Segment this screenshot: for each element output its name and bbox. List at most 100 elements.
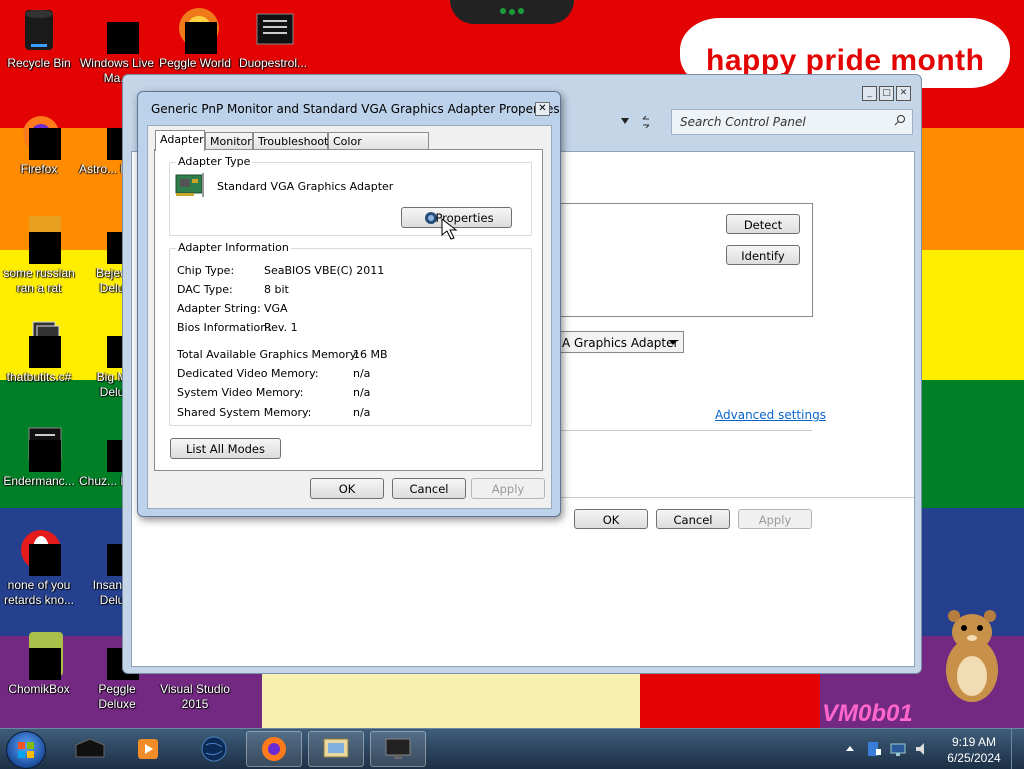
search-icon xyxy=(894,115,905,126)
file-icon xyxy=(15,320,63,368)
desktop-icon-label: Peggle Deluxe xyxy=(98,682,136,711)
windows-logo-icon xyxy=(18,742,34,758)
peggle-icon xyxy=(171,6,219,54)
dac-type-value: 8 bit xyxy=(264,283,289,296)
desktop-icon-label: some russian ran a rat xyxy=(3,266,75,295)
clock[interactable]: 9:19 AM 6/25/2024 xyxy=(934,734,1014,766)
desktop-icon-recycle-bin[interactable]: Recycle Bin xyxy=(0,6,78,71)
bios-info-label: Bios Information: xyxy=(177,321,271,334)
total-memory-value: 16 MB xyxy=(353,348,388,361)
start-button[interactable] xyxy=(6,731,46,769)
list-all-modes-button[interactable]: List All Modes xyxy=(170,438,281,459)
desktop-icon-label: Duopestrol... xyxy=(238,56,308,70)
desktop-icon-some-russian[interactable]: some russian ran a rat xyxy=(0,216,78,296)
dialog-title: Generic PnP Monitor and Standard VGA Gra… xyxy=(151,102,560,116)
tab-troubleshoot[interactable]: Troubleshoot xyxy=(253,132,328,149)
desktop-icon-thatbutits[interactable]: thatbutits.c# xyxy=(0,320,78,385)
total-memory-label: Total Available Graphics Memory: xyxy=(177,348,360,361)
display-select-value: A Graphics Adapter xyxy=(562,336,679,350)
clock-date: 6/25/2024 xyxy=(947,751,1001,765)
adapter-properties-dialog: Generic PnP Monitor and Standard VGA Gra… xyxy=(137,91,561,517)
minimize-button[interactable]: _ xyxy=(862,86,877,101)
archive-icon xyxy=(15,216,63,264)
divider xyxy=(560,430,812,431)
cancel-button[interactable]: Cancel xyxy=(656,509,730,529)
group-legend: Adapter Type xyxy=(176,155,253,168)
dedicated-memory-value: n/a xyxy=(353,367,371,380)
display-select[interactable]: A Graphics Adapter xyxy=(560,331,684,353)
desktop-icon-duopestrol[interactable]: Duopestrol... xyxy=(234,6,312,71)
search-input[interactable]: Search Control Panel xyxy=(671,109,913,135)
chip-type-label: Chip Type: xyxy=(177,264,235,277)
document-icon xyxy=(15,424,63,472)
nav-arrows-icon[interactable] xyxy=(621,115,661,129)
taskbar-media-center[interactable] xyxy=(62,731,118,767)
chevron-up-icon[interactable] xyxy=(846,745,854,753)
adapter-name: Standard VGA Graphics Adapter xyxy=(217,180,394,193)
control-panel-icon xyxy=(323,738,349,758)
dedicated-memory-label: Dedicated Video Memory: xyxy=(177,367,319,380)
wallpaper-figure-2 xyxy=(640,670,820,728)
network-icon[interactable] xyxy=(890,741,906,757)
media-center-icon xyxy=(75,738,105,758)
wallpaper-dots xyxy=(500,8,524,15)
cursor-icon xyxy=(441,217,458,240)
ok-button[interactable]: OK xyxy=(574,509,648,529)
desktop-icon-label: Visual Studio 2015 xyxy=(160,682,230,711)
volume-icon[interactable] xyxy=(914,741,930,757)
desktop-icon-none-of-you[interactable]: none of you retards kno... xyxy=(0,528,78,608)
taskbar-firefox[interactable] xyxy=(246,731,302,767)
hamster-icon xyxy=(946,610,998,702)
action-center-icon[interactable] xyxy=(866,741,882,757)
tab-monitor[interactable]: Monitor xyxy=(205,132,253,149)
taskbar-control-panel[interactable] xyxy=(308,731,364,767)
group-legend: Adapter Information xyxy=(176,241,291,254)
desktop-icon-label: Recycle Bin xyxy=(7,56,71,70)
desktop-icon-chomikbox[interactable]: ChomikBox xyxy=(0,632,78,697)
document-icon xyxy=(249,6,297,54)
desktop-icon-label: Endermanc... xyxy=(3,474,75,488)
recycle-bin-icon xyxy=(15,6,63,54)
banner-text: happy pride month xyxy=(706,44,985,77)
desktop-icon-label: thatbutits.c# xyxy=(6,370,72,384)
taskbar: 9:19 AM 6/25/2024 xyxy=(0,728,1024,769)
show-desktop-button[interactable] xyxy=(1011,729,1024,769)
identify-button[interactable]: Identify xyxy=(726,245,800,265)
desktop-icon-endermanc[interactable]: Endermanc... xyxy=(0,424,78,489)
clock-time: 9:19 AM xyxy=(951,735,997,749)
detect-button[interactable]: Detect xyxy=(726,214,800,234)
close-button[interactable]: ✕ xyxy=(896,86,911,101)
desktop-icon-label: none of you retards kno... xyxy=(3,578,75,607)
globe-icon xyxy=(201,736,227,762)
chevron-down-icon xyxy=(669,340,677,345)
advanced-settings-link[interactable]: Advanced settings xyxy=(715,408,826,422)
desktop-icon-peggle-world[interactable]: Peggle World xyxy=(156,6,234,71)
wallpaper-watermark: VM0b01 xyxy=(822,700,913,727)
taskbar-globe[interactable] xyxy=(186,731,242,767)
tab-color-management[interactable]: Color Management xyxy=(328,132,429,165)
desktop-icon-firefox[interactable]: Firefox xyxy=(0,112,78,177)
tab-adapter[interactable]: Adapter xyxy=(155,130,205,151)
taskbar-display-properties[interactable] xyxy=(370,731,426,767)
dialog-body: Adapter Monitor Troubleshoot Color Manag… xyxy=(147,125,552,509)
graphics-card-icon xyxy=(175,173,204,197)
adapter-info-group: Adapter Information Chip Type: SeaBIOS V… xyxy=(169,241,532,426)
adapter-string-value: VGA xyxy=(264,302,288,315)
adapter-tab-panel: Adapter Type Standard VGA Graphics Adapt… xyxy=(154,149,543,471)
search-placeholder: Search Control Panel xyxy=(680,115,806,129)
maximize-button[interactable]: □ xyxy=(879,86,894,101)
dialog-apply-button[interactable]: Apply xyxy=(471,478,545,499)
dialog-cancel-button[interactable]: Cancel xyxy=(392,478,466,499)
apply-button[interactable]: Apply xyxy=(738,509,812,529)
desktop-icon-label: ChomikBox xyxy=(8,682,70,696)
firefox-icon xyxy=(15,112,63,160)
close-button[interactable]: ✕ xyxy=(535,102,550,116)
system-memory-label: System Video Memory: xyxy=(177,386,304,399)
window-caption-buttons: _ □ ✕ xyxy=(860,85,911,101)
system-tray xyxy=(840,731,940,767)
dialog-ok-button[interactable]: OK xyxy=(310,478,384,499)
taskbar-media-player[interactable] xyxy=(120,731,176,767)
shared-memory-value: n/a xyxy=(353,406,371,419)
desktop-icon-label: Peggle World xyxy=(159,56,231,70)
display-properties-icon xyxy=(385,738,411,759)
